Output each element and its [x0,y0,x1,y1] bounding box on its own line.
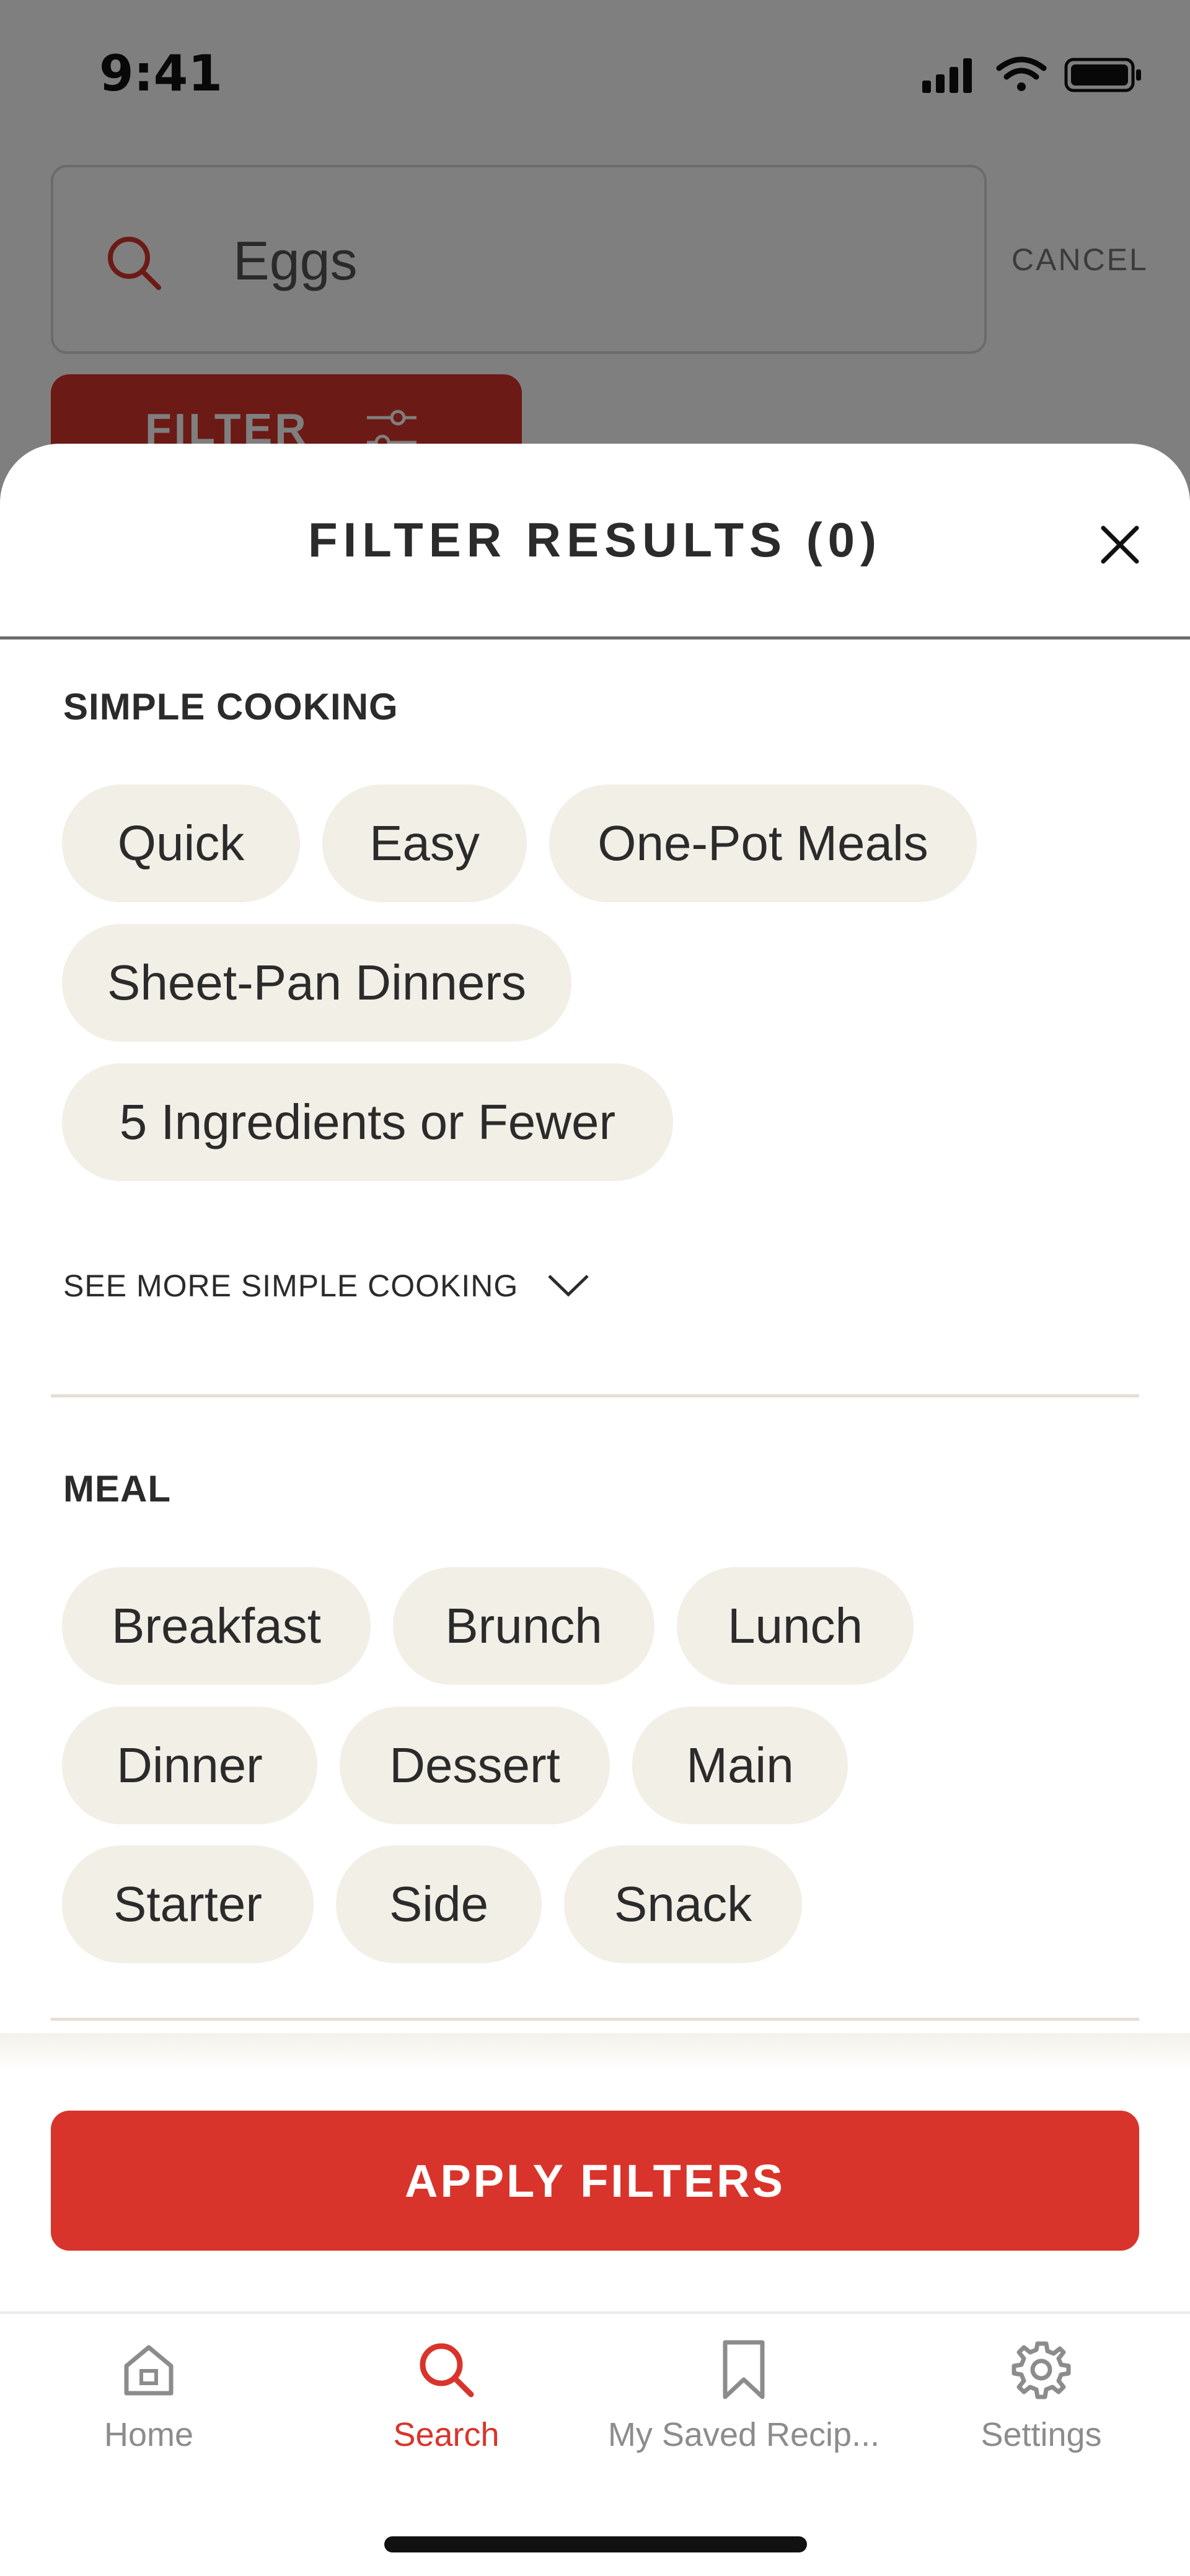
sheet-header: FILTER RESULTS (0) [0,444,1190,640]
sheet-title: FILTER RESULTS (0) [307,512,883,567]
home-icon [124,2345,174,2396]
tab-label: My Saved Recip... [607,2416,880,2453]
chip-brunch[interactable]: Brunch [393,1567,654,1685]
chip-quick[interactable]: Quick [62,785,300,902]
chip-easy[interactable]: Easy [322,785,527,902]
tab-label: Settings [981,2416,1102,2453]
tab-label: Search [393,2416,500,2453]
section-divider [51,2018,1139,2021]
chip-breakfast[interactable]: Breakfast [62,1567,371,1685]
section-title-meal: MEAL [63,1468,171,1510]
chip-dinner[interactable]: Dinner [62,1707,317,1824]
chip-main[interactable]: Main [632,1707,848,1824]
chip-lunch[interactable]: Lunch [677,1567,914,1685]
tab-home[interactable]: Home [0,2339,298,2475]
see-more-simple-cooking-button[interactable]: SEE MORE SIMPLE COOKING [63,1268,590,1304]
filter-sheet: FILTER RESULTS (0) SIMPLE COOKING Quick … [0,444,1190,2576]
tab-search[interactable]: Search [298,2339,595,2475]
chip-sheet-pan-dinners[interactable]: Sheet-Pan Dinners [62,924,571,1042]
bookmark-icon [723,2340,765,2399]
apply-filters-button[interactable]: APPLY FILTERS [51,2111,1139,2251]
chip-snack[interactable]: Snack [564,1845,802,1963]
chip-one-pot-meals[interactable]: One-Pot Meals [549,785,977,902]
section-title-simple-cooking: SIMPLE COOKING [63,686,399,728]
section-divider [51,1394,1139,1397]
tab-my-saved-recipes[interactable]: My Saved Recip... [595,2339,892,2475]
gear-icon [1011,2341,1071,2399]
chip-side[interactable]: Side [336,1845,542,1963]
home-indicator[interactable] [384,2536,807,2552]
chevron-down-icon [548,1275,589,1297]
search-icon [420,2343,474,2398]
footer-shadow [0,2033,1190,2070]
chip-5-ingredients-or-fewer[interactable]: 5 Ingredients or Fewer [62,1063,673,1181]
tab-label: Home [104,2416,194,2453]
tab-settings[interactable]: Settings [892,2339,1190,2475]
close-icon[interactable] [1092,517,1148,573]
chip-starter[interactable]: Starter [62,1845,314,1963]
see-more-label: SEE MORE SIMPLE COOKING [63,1268,519,1303]
chip-dessert[interactable]: Dessert [340,1707,610,1824]
